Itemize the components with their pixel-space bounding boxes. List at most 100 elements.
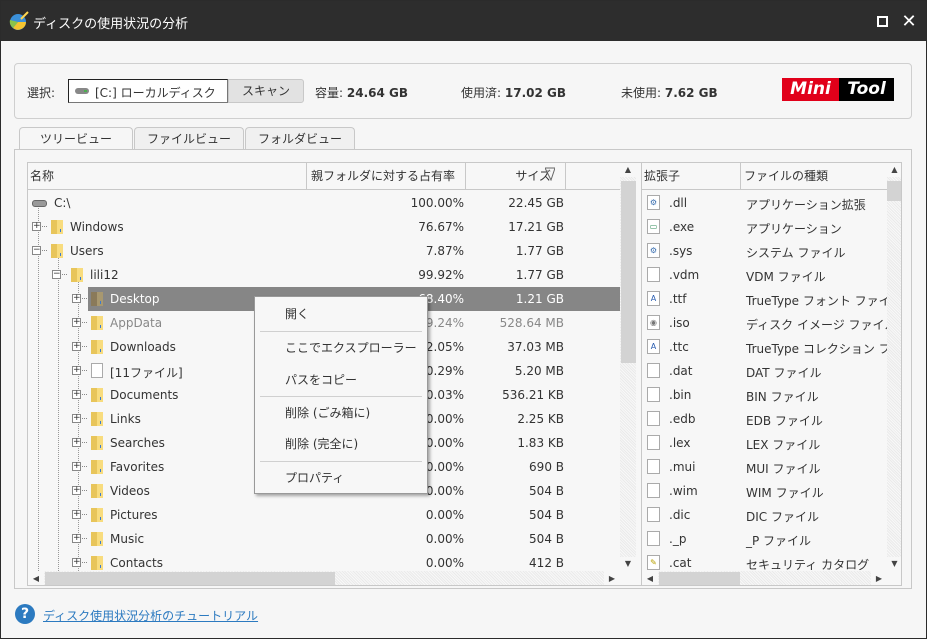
extension-vertical-scrollbar[interactable]: ▲ ▼: [887, 163, 901, 571]
help-icon[interactable]: ?: [15, 604, 35, 624]
extension-name: .ttc: [669, 340, 689, 354]
tab-folder-view[interactable]: フォルダビュー: [245, 127, 356, 150]
file-icon: [647, 507, 660, 522]
file-icon: [647, 363, 660, 378]
scan-button[interactable]: スキャン: [228, 79, 304, 103]
tree-row[interactable]: + Pictures 0.00% 504 B: [28, 503, 620, 527]
scroll-thumb[interactable]: [887, 181, 901, 201]
extension-row[interactable]: ◉ .iso ディスク イメージ ファイル: [642, 311, 887, 335]
expand-icon[interactable]: +: [72, 366, 81, 375]
extension-name: .wim: [669, 484, 698, 498]
menu-item-properties[interactable]: プロパティ: [255, 463, 427, 493]
scroll-right-icon[interactable]: ▶: [871, 571, 887, 585]
menu-item-delete-permanent[interactable]: 削除 (完全に): [255, 429, 427, 459]
scroll-left-icon[interactable]: ◀: [642, 571, 658, 585]
expand-icon[interactable]: +: [72, 294, 81, 303]
menu-item-copy-path[interactable]: パスをコピー: [255, 365, 427, 395]
extension-horizontal-scrollbar[interactable]: ◀ ▶: [642, 571, 887, 585]
folder-icon: [91, 292, 103, 306]
capacity-label: 容量:: [315, 86, 344, 100]
expand-icon[interactable]: +: [72, 534, 81, 543]
extension-row[interactable]: .edb EDB ファイル: [642, 407, 887, 431]
extension-header: 拡張子 ファイルの種類: [642, 163, 887, 190]
column-header-percent[interactable]: 親フォルダに対する占有率: [307, 163, 466, 189]
scroll-thumb[interactable]: [659, 572, 740, 585]
extension-row[interactable]: .mui MUI ファイル: [642, 455, 887, 479]
extension-name: .edb: [669, 412, 696, 426]
collapse-icon[interactable]: −: [52, 270, 61, 279]
tree-row[interactable]: + Contacts 0.00% 412 B: [28, 551, 620, 571]
tree-connector: [82, 490, 87, 491]
expand-icon[interactable]: +: [72, 318, 81, 327]
expand-icon[interactable]: +: [72, 414, 81, 423]
scroll-down-icon[interactable]: ▼: [887, 557, 901, 571]
tree-horizontal-scrollbar[interactable]: ◀ ▶: [28, 571, 620, 585]
drive-select[interactable]: [C:] ローカルディスク: [68, 79, 228, 103]
extension-row[interactable]: .wim WIM ファイル: [642, 479, 887, 503]
expand-icon[interactable]: +: [72, 390, 81, 399]
menu-item-open[interactable]: 開く: [255, 299, 427, 329]
expand-icon[interactable]: +: [72, 486, 81, 495]
expand-icon[interactable]: +: [72, 342, 81, 351]
expand-icon[interactable]: +: [72, 462, 81, 471]
column-header-extension[interactable]: 拡張子: [644, 163, 741, 189]
context-menu: 開く ここでエクスプローラー パスをコピー 削除 (ごみ箱に) 削除 (完全に)…: [254, 296, 428, 494]
column-header-file-type[interactable]: ファイルの種類: [744, 163, 887, 189]
column-header-name[interactable]: 名称: [28, 163, 307, 189]
scroll-thumb[interactable]: [45, 572, 335, 585]
extension-row[interactable]: A .ttf TrueType フォント ファイル: [642, 287, 887, 311]
tree-row[interactable]: − Users 7.87% 1.77 GB: [28, 239, 620, 263]
tree-vertical-scrollbar[interactable]: ▲ ▼: [620, 163, 636, 571]
file-type: システム ファイル: [746, 246, 846, 260]
expand-icon[interactable]: +: [72, 510, 81, 519]
scroll-right-icon[interactable]: ▶: [604, 571, 620, 585]
tree-row-size: 412 B: [529, 556, 564, 570]
expand-icon[interactable]: +: [32, 222, 41, 231]
extension-row[interactable]: ▭ .exe アプリケーション: [642, 215, 887, 239]
scroll-up-icon[interactable]: ▲: [887, 163, 901, 177]
expand-icon[interactable]: +: [72, 438, 81, 447]
scroll-left-icon[interactable]: ◀: [28, 571, 44, 585]
extension-row[interactable]: .vdm VDM ファイル: [642, 263, 887, 287]
menu-item-delete-recycle[interactable]: 削除 (ごみ箱に): [255, 398, 427, 428]
folder-icon: [91, 436, 103, 450]
tree-connector: [82, 346, 87, 347]
extension-row[interactable]: .bin BIN ファイル: [642, 383, 887, 407]
tutorial-link[interactable]: ディスク使用状況分析のチュートリアル: [43, 607, 258, 624]
logo-tool: Tool: [839, 78, 894, 101]
tree-row[interactable]: + Music 0.00% 504 B: [28, 527, 620, 551]
disc-image-icon: ◉: [647, 315, 660, 330]
extension-row[interactable]: .dat DAT ファイル: [642, 359, 887, 383]
scroll-up-icon[interactable]: ▲: [620, 163, 636, 177]
tree-row-percent: 0.00%: [425, 532, 464, 546]
tree-row-size: 17.21 GB: [508, 220, 564, 234]
menu-item-open-in-explorer[interactable]: ここでエクスプローラー: [255, 333, 427, 363]
tree-connector: [82, 538, 87, 539]
extension-row[interactable]: ⚙ .sys システム ファイル: [642, 239, 887, 263]
tree-row[interactable]: + Windows 76.67% 17.21 GB: [28, 215, 620, 239]
extension-row[interactable]: ._p _P ファイル: [642, 527, 887, 551]
tab-tree-view[interactable]: ツリービュー: [19, 127, 134, 151]
expand-icon[interactable]: +: [72, 558, 81, 567]
extension-row[interactable]: .dic DIC ファイル: [642, 503, 887, 527]
tab-file-view[interactable]: ファイルビュー: [134, 127, 245, 150]
tree-header: 名称 親フォルダに対する占有率 サイズ: [28, 163, 620, 190]
extension-row[interactable]: A .ttc TrueType コレクション フォント: [642, 335, 887, 359]
extension-row[interactable]: ⚙ .dll アプリケーション拡張: [642, 191, 887, 215]
scroll-thumb[interactable]: [621, 181, 636, 363]
file-icon: [647, 411, 660, 426]
tree-row[interactable]: C:\ 100.00% 22.45 GB: [28, 191, 620, 215]
column-header-size[interactable]: サイズ: [466, 163, 566, 189]
used-label: 使用済:: [461, 86, 502, 100]
scroll-down-icon[interactable]: ▼: [620, 557, 636, 571]
extension-name: .dll: [669, 196, 688, 210]
close-button[interactable]: ✕: [898, 10, 920, 32]
tree-connector: [82, 370, 87, 371]
maximize-button[interactable]: [871, 10, 893, 32]
extension-name: .bin: [669, 388, 692, 402]
extension-name: .lex: [669, 436, 691, 450]
collapse-icon[interactable]: −: [32, 246, 41, 255]
extension-row[interactable]: .lex LEX ファイル: [642, 431, 887, 455]
extension-row[interactable]: ✎ .cat セキュリティ カタログ: [642, 551, 887, 571]
tree-row[interactable]: − lili12 99.92% 1.77 GB: [28, 263, 620, 287]
